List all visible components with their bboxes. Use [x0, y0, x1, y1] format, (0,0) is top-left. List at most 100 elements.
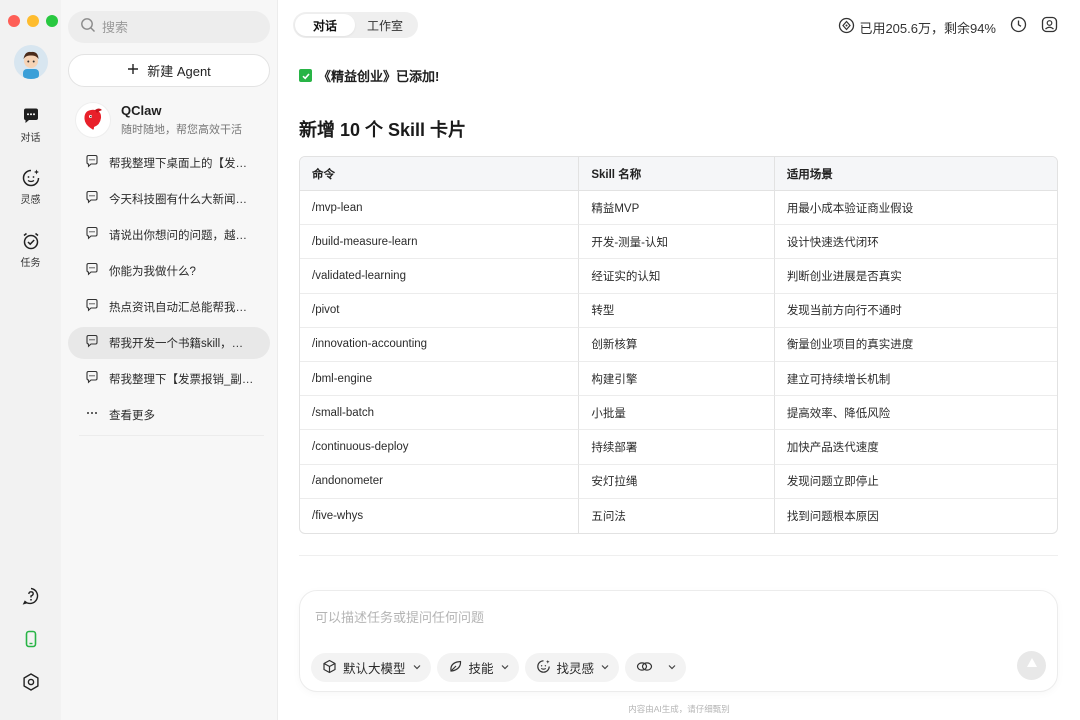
table-header-row: 命令 Skill 名称 适用场景 — [300, 157, 1057, 191]
inspiration-button[interactable]: 找灵感 — [524, 653, 620, 682]
new-agent-label: 新建 Agent — [147, 64, 211, 79]
search-input[interactable] — [102, 19, 252, 35]
table-row: /validated-learning 经证实的认知 判断创业进展是否真实 — [300, 259, 1057, 294]
tab-studio[interactable]: 工作室 — [355, 14, 415, 36]
table-row: /small-batch 小批量 提高效率、降低风险 — [300, 396, 1057, 431]
rail-item-label: 对话 — [20, 133, 41, 144]
table-row: /bml-engine 构建引擎 建立可持续增长机制 — [300, 361, 1057, 397]
chat-history-item[interactable]: 请说出你想问的问题，越具体越好 — [68, 219, 270, 251]
chevron-down-icon — [412, 661, 422, 675]
help-button[interactable] — [0, 586, 61, 611]
skills-label: 技能 — [468, 662, 494, 676]
composer: 默认大模型 技能 找灵感 — [299, 590, 1058, 692]
chat-history-title: 请说出你想问的问题，越具体越好 — [109, 230, 254, 242]
maximize-window-button[interactable] — [46, 15, 58, 27]
link-icon — [636, 659, 653, 677]
cube-icon — [322, 659, 337, 677]
chat-history-title: 热点资讯自动汇总能帮我做什么 — [109, 302, 254, 314]
table-row: /andonometer 安灯拉绳 发现问题立即停止 — [300, 464, 1057, 499]
attach-link-button[interactable] — [625, 653, 687, 682]
leaf-icon — [448, 659, 463, 677]
gear-icon — [21, 672, 41, 697]
column-header-command: 命令 — [300, 157, 580, 191]
chevron-down-icon — [500, 661, 510, 675]
search-box[interactable] — [68, 11, 270, 43]
agent-info: QClaw 随时随地，帮您高效干活 — [121, 103, 242, 137]
usage-indicator[interactable]: 已用205.6万，剩余94% — [838, 17, 996, 37]
rail-item-chat[interactable]: 对话 — [0, 106, 61, 144]
skills-button[interactable]: 技能 — [436, 653, 519, 682]
chat-bubble-outline-icon — [85, 334, 99, 353]
command-cell: /build-measure-learn — [300, 225, 580, 260]
agent-card[interactable]: QClaw 随时随地，帮您高效干活 — [75, 100, 270, 140]
command-cell: /andonometer — [300, 464, 580, 499]
column-header-scenario: 适用场景 — [774, 157, 1057, 191]
usage-text: 已用205.6万，剩余94% — [859, 20, 996, 36]
rail-item-label: 灵感 — [20, 195, 41, 206]
scenario-cell: 判断创业进展是否真实 — [774, 259, 1057, 294]
chat-history-item[interactable]: 今天科技圈有什么大新闻，帮我汇总 — [68, 183, 270, 215]
chat-history-item-active[interactable]: 帮我开发一个书籍skill，能够管理 — [68, 327, 270, 359]
command-cell: /bml-engine — [300, 361, 580, 397]
phone-button[interactable] — [0, 629, 61, 654]
chat-history-title: 今天科技圈有什么大新闻，帮我汇总 — [109, 194, 254, 206]
model-select-button[interactable]: 默认大模型 — [311, 653, 431, 682]
rail-item-label: 任务 — [20, 258, 41, 269]
column-header-skill-name: Skill 名称 — [579, 157, 775, 191]
window-controls — [8, 15, 58, 27]
search-icon — [80, 17, 96, 38]
tab-chat[interactable]: 对话 — [295, 14, 355, 36]
sidebar: 新建 Agent QClaw 随时随地，帮您高效干活 帮我整理下桌面上的【发票报… — [61, 0, 278, 720]
minimize-window-button[interactable] — [27, 15, 39, 27]
settings-button[interactable] — [0, 672, 61, 697]
skill-name-cell: 安灯拉绳 — [579, 464, 775, 499]
agent-subtitle: 随时随地，帮您高效干活 — [121, 124, 242, 136]
chat-history-item[interactable]: 帮我整理下桌面上的【发票报销】文件 — [68, 147, 270, 179]
scenario-cell: 提高效率、降低风险 — [774, 396, 1057, 431]
sparkle-face-icon — [536, 659, 551, 677]
scenario-cell: 加快产品迭代速度 — [774, 430, 1057, 465]
sidebar-divider — [79, 435, 264, 436]
chat-history-item[interactable]: 你能为我做什么? — [68, 255, 270, 287]
close-window-button[interactable] — [8, 15, 20, 27]
alarm-check-icon — [21, 231, 41, 251]
rail-item-tasks[interactable]: 任务 — [0, 231, 61, 269]
main-panel: 对话 工作室 已用205.6万，剩余94% 《精益创业》已添加! 新增 10 个… — [278, 0, 1080, 720]
app-window: 对话 灵感 任务 搜索 新建 Agent QClaw 随时随地，帮您高效干活 帮… — [0, 0, 1080, 720]
see-more-label: 查看更多 — [109, 410, 155, 422]
send-button[interactable] — [1017, 651, 1046, 680]
profile-icon[interactable] — [1041, 16, 1058, 38]
sparkle-face-icon — [21, 168, 41, 188]
scenario-cell: 找到问题根本原因 — [786, 510, 879, 523]
chat-history-title: 帮我整理下桌面上的【发票报销】文件 — [109, 158, 254, 170]
chat-history-title: 你能为我做什么? — [109, 266, 196, 278]
header-actions: 已用205.6万，剩余94% — [838, 16, 1058, 38]
chat-history-title: 帮我整理下【发票报销_副本】文件夹 — [109, 374, 254, 386]
chat-bubble-outline-icon — [85, 190, 99, 209]
agent-name: QClaw — [121, 103, 162, 118]
scenario-cell: 建立可持续增长机制 — [774, 362, 1057, 397]
skill-table: 命令 Skill 名称 适用场景 /mvp-lean 精益MVP 用最小成本验证商业… — [299, 156, 1058, 534]
chat-bubble-outline-icon — [85, 298, 99, 317]
qclaw-logo-icon — [75, 102, 111, 138]
history-clock-icon[interactable] — [1010, 16, 1027, 38]
skill-name-cell: 转型 — [579, 293, 775, 328]
rail-item-inspiration[interactable]: 灵感 — [0, 168, 61, 206]
message-input[interactable] — [315, 607, 1015, 629]
scenario-cell: 发现当前方向行不通时 — [774, 294, 1057, 328]
command-cell: /pivot — [300, 293, 580, 328]
user-avatar[interactable] — [14, 45, 48, 79]
inspiration-label: 找灵感 — [556, 662, 595, 676]
chat-history-title: 帮我开发一个书籍skill，能够管理 — [109, 338, 254, 350]
chat-bubble-icon — [21, 106, 41, 126]
chat-history-item[interactable]: 帮我整理下【发票报销_副本】文件夹 — [68, 363, 270, 395]
table-row: /pivot 转型 发现当前方向行不通时 — [300, 293, 1057, 328]
new-agent-button[interactable]: 新建 Agent — [68, 54, 270, 87]
table-row: /build-measure-learn 开发-测量-认知 设计快速迭代闭环 — [300, 225, 1057, 260]
disclaimer-text: 内容由AI生成，请仔细甄别 — [628, 704, 730, 714]
chat-bubble-outline-icon — [85, 370, 99, 389]
scenario-cell: 衡量创业项目的真实进度 — [774, 328, 1057, 362]
help-icon — [21, 586, 41, 611]
see-more-button[interactable]: 查看更多 — [68, 399, 270, 431]
chat-history-item[interactable]: 热点资讯自动汇总能帮我做什么 — [68, 291, 270, 323]
